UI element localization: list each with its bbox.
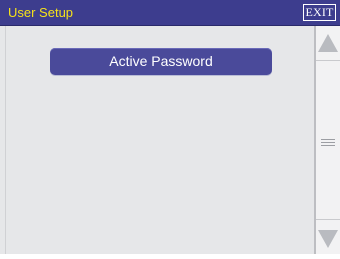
scroll-track[interactable]: [316, 60, 340, 220]
grip-icon: [321, 139, 335, 147]
scroll-up-button[interactable]: [316, 28, 340, 58]
scroll-down-button[interactable]: [316, 224, 340, 254]
triangle-up-icon: [318, 34, 338, 52]
screen-title: User Setup: [8, 5, 74, 20]
user-setup-screen: User Setup EXIT Active Password: [0, 0, 340, 254]
triangle-down-icon: [318, 230, 338, 248]
active-password-button[interactable]: Active Password: [50, 48, 272, 75]
title-bar: User Setup EXIT: [0, 0, 340, 26]
exit-button[interactable]: EXIT: [303, 4, 336, 21]
content-panel: Active Password: [6, 28, 314, 254]
vertical-scrollbar[interactable]: [314, 26, 340, 254]
